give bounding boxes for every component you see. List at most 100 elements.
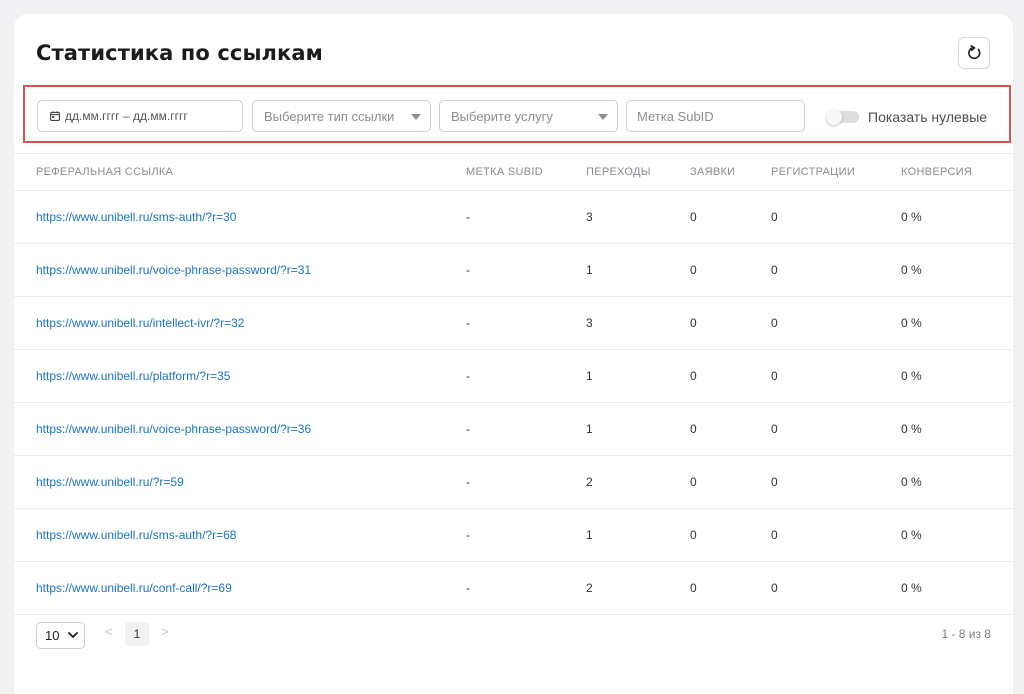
subid-cell: -	[466, 422, 470, 436]
referral-link-container: https://www.unibell.ru/sms-auth/?r=68	[36, 509, 236, 561]
column-header-referral-link[interactable]: РЕФЕРАЛЬНАЯ ССЫЛКА	[36, 154, 173, 190]
conversion-cell-container: 0 %	[901, 191, 922, 243]
column-header-conversion[interactable]: КОНВЕРСИЯ	[901, 154, 972, 190]
clicks-cell: 1	[586, 422, 593, 436]
subid-placeholder: Метка SubID	[637, 108, 714, 124]
dropdown-arrow-icon	[598, 114, 608, 120]
subid-cell: -	[466, 581, 470, 595]
stats-card: Статистика по ссылкам дд.мм.гггг – дд.мм…	[14, 14, 1013, 694]
table-row: https://www.unibell.ru/voice-phrase-pass…	[14, 244, 1013, 297]
conversion-cell-container: 0 %	[901, 403, 922, 455]
requests-cell: 0	[690, 263, 697, 277]
conversion-cell-container: 0 %	[901, 350, 922, 402]
registrations-cell-container: 0	[771, 191, 778, 243]
referral-link[interactable]: https://www.unibell.ru/platform/?r=35	[36, 369, 230, 383]
requests-cell: 0	[690, 528, 697, 542]
prev-page-button[interactable]: <	[105, 624, 113, 639]
referral-link[interactable]: https://www.unibell.ru/intellect-ivr/?r=…	[36, 316, 244, 330]
registrations-cell-container: 0	[771, 562, 778, 614]
requests-cell-container: 0	[690, 403, 697, 455]
link-type-select[interactable]: Выберите тип ссылки	[252, 100, 431, 132]
subid-cell: -	[466, 210, 470, 224]
referral-link-container: https://www.unibell.ru/voice-phrase-pass…	[36, 403, 311, 455]
registrations-cell: 0	[771, 316, 778, 330]
column-header-clicks[interactable]: ПЕРЕХОДЫ	[586, 154, 651, 190]
show-zero-label: Показать нулевые	[868, 109, 988, 125]
registrations-cell-container: 0	[771, 456, 778, 508]
requests-cell-container: 0	[690, 509, 697, 561]
subid-cell-container: -	[466, 350, 470, 402]
service-placeholder: Выберите услугу	[451, 108, 553, 124]
column-header-requests[interactable]: ЗАЯВКИ	[690, 154, 735, 190]
requests-cell-container: 0	[690, 456, 697, 508]
requests-cell: 0	[690, 475, 697, 489]
requests-cell: 0	[690, 210, 697, 224]
registrations-cell-container: 0	[771, 403, 778, 455]
table-body: https://www.unibell.ru/sms-auth/?r=30 - 3 0…	[14, 191, 1013, 615]
page-title: Статистика по ссылкам	[36, 41, 323, 65]
registrations-cell: 0	[771, 475, 778, 489]
referral-link[interactable]: https://www.unibell.ru/voice-phrase-pass…	[36, 422, 311, 436]
table-row: https://www.unibell.ru/sms-auth/?r=30 - 3 0…	[14, 191, 1013, 244]
filters-bar: дд.мм.гггг – дд.мм.гггг Выберите тип ссы…	[23, 85, 1011, 143]
clicks-cell: 1	[586, 263, 593, 277]
referral-link-container: https://www.unibell.ru/voice-phrase-pass…	[36, 244, 311, 296]
subid-cell-container: -	[466, 403, 470, 455]
registrations-cell: 0	[771, 263, 778, 277]
subid-cell: -	[466, 369, 470, 383]
referral-link[interactable]: https://www.unibell.ru/sms-auth/?r=68	[36, 528, 236, 542]
pagination-bar: 10 < 1 > 1 - 8 из 8	[14, 610, 1013, 658]
link-type-placeholder: Выберите тип ссылки	[264, 108, 395, 124]
column-header-registrations[interactable]: РЕГИСТРАЦИИ	[771, 154, 855, 190]
subid-cell: -	[466, 475, 470, 489]
conversion-cell: 0 %	[901, 422, 922, 436]
clicks-cell: 1	[586, 528, 593, 542]
conversion-cell-container: 0 %	[901, 562, 922, 614]
table-row: https://www.unibell.ru/intellect-ivr/?r=…	[14, 297, 1013, 350]
refresh-button[interactable]	[958, 37, 990, 69]
service-select[interactable]: Выберите услугу	[439, 100, 618, 132]
requests-cell-container: 0	[690, 191, 697, 243]
conversion-cell: 0 %	[901, 263, 922, 277]
subid-cell-container: -	[466, 509, 470, 561]
clicks-cell-container: 1	[586, 509, 593, 561]
clicks-cell-container: 3	[586, 191, 593, 243]
date-range-placeholder: дд.мм.гггг – дд.мм.гггг	[65, 109, 188, 123]
referral-link[interactable]: https://www.unibell.ru/sms-auth/?r=30	[36, 210, 236, 224]
subid-cell-container: -	[466, 244, 470, 296]
subid-input[interactable]: Метка SubID	[626, 100, 805, 132]
referral-link-container: https://www.unibell.ru/sms-auth/?r=30	[36, 191, 236, 243]
conversion-cell-container: 0 %	[901, 456, 922, 508]
conversion-cell: 0 %	[901, 528, 922, 542]
referral-link-container: https://www.unibell.ru/?r=59	[36, 456, 184, 508]
refresh-icon	[968, 45, 981, 60]
subid-cell: -	[466, 316, 470, 330]
registrations-cell-container: 0	[771, 350, 778, 402]
table-row: https://www.unibell.ru/platform/?r=35 - 1 0…	[14, 350, 1013, 403]
date-range-input[interactable]: дд.мм.гггг – дд.мм.гггг	[37, 100, 243, 132]
per-page-select[interactable]: 10	[36, 622, 85, 649]
conversion-cell: 0 %	[901, 316, 922, 330]
clicks-cell-container: 2	[586, 562, 593, 614]
per-page-value: 10	[45, 628, 60, 643]
table-row: https://www.unibell.ru/voice-phrase-pass…	[14, 403, 1013, 456]
referral-link[interactable]: https://www.unibell.ru/?r=59	[36, 475, 184, 489]
column-header-subid[interactable]: МЕТКА SUBID	[466, 154, 543, 190]
clicks-cell: 1	[586, 369, 593, 383]
referral-link[interactable]: https://www.unibell.ru/conf-call/?r=69	[36, 581, 232, 595]
referral-link[interactable]: https://www.unibell.ru/voice-phrase-pass…	[36, 263, 311, 277]
clicks-cell: 3	[586, 316, 593, 330]
conversion-cell-container: 0 %	[901, 509, 922, 561]
subid-cell-container: -	[466, 297, 470, 349]
next-page-button[interactable]: >	[161, 624, 169, 639]
page-1-button[interactable]: 1	[125, 622, 149, 646]
clicks-cell: 2	[586, 581, 593, 595]
registrations-cell: 0	[771, 581, 778, 595]
toggle-knob	[826, 109, 842, 125]
registrations-cell-container: 0	[771, 297, 778, 349]
requests-cell-container: 0	[690, 297, 697, 349]
requests-cell: 0	[690, 422, 697, 436]
conversion-cell: 0 %	[901, 369, 922, 383]
show-zero-toggle[interactable]	[826, 109, 859, 125]
table-row: https://www.unibell.ru/?r=59 - 2 0 0 0 %	[14, 456, 1013, 509]
